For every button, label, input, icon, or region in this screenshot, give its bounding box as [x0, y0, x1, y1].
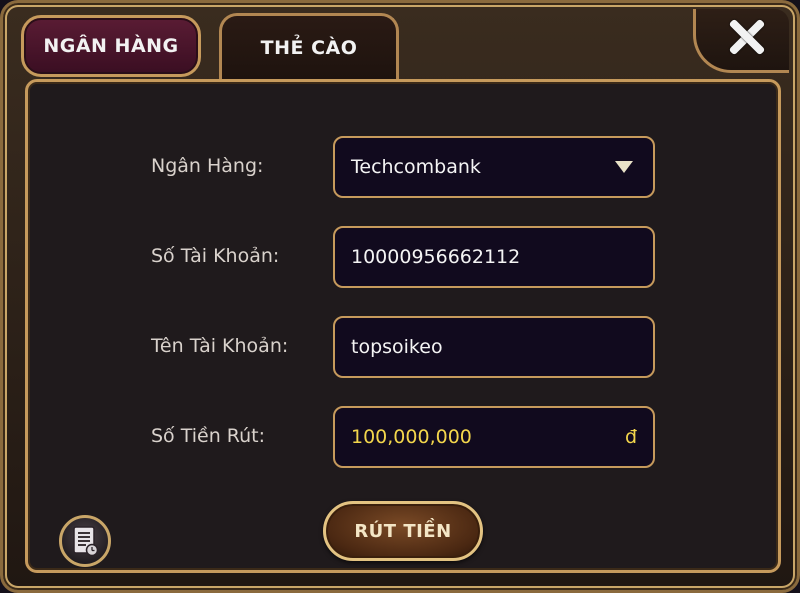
amount-label: Số Tiền Rút: [151, 425, 266, 447]
bank-label: Ngân Hàng: [151, 155, 264, 177]
amount-field[interactable]: 100,000,000 đ [333, 406, 655, 468]
account-name-field[interactable]: topsoikeo [333, 316, 655, 378]
history-button[interactable] [59, 515, 111, 567]
account-name-label: Tên Tài Khoản: [151, 335, 289, 357]
document-history-icon [73, 526, 99, 557]
tab-bank-label: NGÂN HÀNG [43, 35, 179, 57]
withdraw-button[interactable]: RÚT TIỀN [323, 501, 483, 561]
chevron-down-icon[interactable] [615, 161, 633, 173]
tab-card-label: THẺ CÀO [260, 36, 358, 59]
account-name-value: topsoikeo [351, 336, 443, 358]
tab-card[interactable]: THẺ CÀO [219, 13, 399, 79]
close-icon[interactable] [725, 15, 769, 59]
tab-bank[interactable]: NGÂN HÀNG [21, 15, 201, 77]
bank-select[interactable]: Techcombank [333, 136, 655, 198]
account-number-label: Số Tài Khoản: [151, 245, 280, 267]
withdraw-button-label: RÚT TIỀN [354, 520, 452, 542]
amount-value: 100,000,000 [351, 426, 472, 448]
account-number-field[interactable]: 10000956662112 [333, 226, 655, 288]
currency-symbol: đ [624, 426, 637, 448]
bank-select-value: Techcombank [351, 156, 481, 178]
withdraw-dialog: THẺ CÀO NGÂN HÀNG Ngân Hàng: Techcombank… [0, 0, 800, 593]
account-number-value: 10000956662112 [351, 246, 521, 268]
